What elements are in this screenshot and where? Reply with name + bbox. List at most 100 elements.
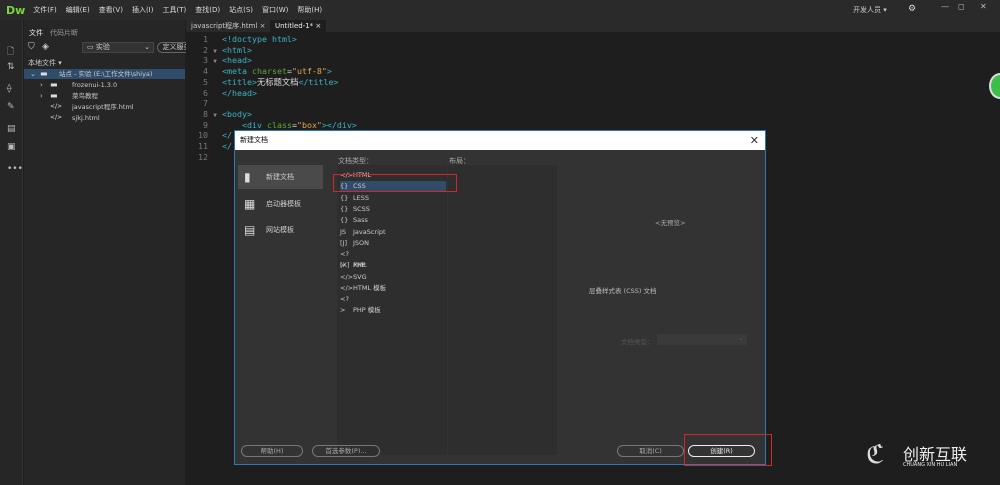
document-type-label: Sass <box>353 216 368 225</box>
tab-javascript-html[interactable]: javascript程序.html × <box>186 20 270 32</box>
menu-item[interactable]: 查找(D) <box>195 5 220 15</box>
minimize-button[interactable]: — <box>941 2 949 11</box>
files-panel: 文件 代码片断 ⛉ ◈ ▭ 实验 ⌄ 定义服务器 本地文件 ▾ ⌄ ▬ 站点 - 实验… <box>24 20 203 485</box>
preferences-button[interactable]: 首选参数(P)... <box>312 445 380 457</box>
file-tree-item[interactable]: </> javascript程序.html <box>24 102 185 112</box>
assets-icon[interactable]: ▣ <box>7 142 16 152</box>
document-type-item[interactable]: [X] XML <box>340 260 446 271</box>
code-line[interactable]: 10 </ <box>186 130 232 141</box>
tab-snippets[interactable]: 代码片断 <box>50 28 78 38</box>
menu-item[interactable]: 文件(F) <box>33 5 57 15</box>
nav-label: 新建文档 <box>266 173 294 181</box>
file-tree-label: frozenui-1.3.0 <box>72 81 118 89</box>
file-type-icon: {} <box>340 216 349 225</box>
workspace-switcher[interactable]: 开发人员 ▾ <box>853 5 887 15</box>
code-line[interactable]: 2 ▼ <html> <box>186 45 252 56</box>
file-tree-item[interactable]: › ▬ frozenui-1.3.0 <box>24 80 185 90</box>
close-icon[interactable]: ✕ <box>750 131 759 150</box>
file-type-icon: </> <box>340 284 354 292</box>
nav-site-templates[interactable]: ▤ 网站模板 <box>238 218 323 242</box>
menu-item[interactable]: 编辑(E) <box>66 5 90 15</box>
code-token: <title> <box>222 76 257 87</box>
document-type-item[interactable]: JS JavaScript <box>340 227 446 238</box>
code-file-icon: </> <box>50 114 63 121</box>
file-type-icon: </> <box>340 272 354 281</box>
doctype-label: 文档类型： <box>621 338 654 346</box>
tab-untitled[interactable]: Untitled-1* × <box>270 20 327 32</box>
snippet-icon[interactable]: ▤ <box>7 124 16 134</box>
menu-item[interactable]: 插入(I) <box>132 5 154 15</box>
document-type-label: JavaScript <box>353 227 386 236</box>
local-files-label: 本地文件 ▾ <box>28 59 62 67</box>
file-tree-label: javascript程序.html <box>72 103 134 111</box>
code-token: "utf-8" <box>291 66 327 77</box>
line-number: 9 <box>203 119 208 130</box>
document-type-item[interactable]: <?> PHP 模板 <box>340 294 446 314</box>
doctype-select[interactable]: ⌄ <box>657 334 747 345</box>
document-type-item[interactable]: [J] JSON <box>340 238 446 249</box>
menu-item[interactable]: 窗口(W) <box>262 5 288 15</box>
code-line[interactable]: 5 <title>无标题文档</title> <box>186 77 338 88</box>
file-tree-item[interactable]: ⌄ ▬ 站点 - 实验 (E:\工作文件\shiya) <box>24 69 185 79</box>
code-line[interactable]: 9 <div class="box"></div> <box>186 120 357 131</box>
document-type-item[interactable]: </>HTML 模板 <box>340 283 446 294</box>
file-tree-item[interactable]: › ▬ 菜鸟教程 <box>24 91 185 101</box>
document-type-item[interactable]: </>SVG <box>340 272 446 283</box>
new-file-icon[interactable]: 🗋 <box>7 44 14 60</box>
menu-item[interactable]: 工具(T) <box>162 5 186 15</box>
chevron-icon[interactable]: ⌄ <box>30 69 36 79</box>
nav-label: 网站模板 <box>266 226 294 234</box>
git-icon[interactable]: ◈ <box>42 42 49 52</box>
line-number: 12 <box>198 151 208 162</box>
code-line[interactable]: 1 <!doctype html> <box>186 34 297 45</box>
new-document-dialog: 新建文档 ✕ ▮ 新建文档 ▦ 启动器模板 ▤ 网站模板 文档类型： 布局： </>HT… <box>234 130 766 465</box>
highlight-create <box>684 434 772 466</box>
site-select[interactable]: ▭ 实验 ⌄ <box>82 42 154 53</box>
cancel-button[interactable]: 取消(C) <box>617 445 684 457</box>
document-type-label: SVG <box>353 272 367 281</box>
dom-icon[interactable]: ⟠ <box>7 84 11 94</box>
gear-icon[interactable]: ⚙ <box>908 4 916 14</box>
tool-strip: 🗋 ⇅ ⟠ ✎ ▤ ▣ ••• <box>0 20 23 485</box>
close-window-button[interactable]: ✕ <box>980 2 987 11</box>
menu-item[interactable]: 查看(V) <box>99 5 123 15</box>
file-tree-item[interactable]: </> sjkj.html <box>24 113 185 123</box>
maximize-button[interactable]: ◻ <box>958 2 965 11</box>
file-type-icon: {} <box>340 193 349 202</box>
help-button[interactable]: 帮助(H) <box>241 445 303 457</box>
menu-item[interactable]: 站点(S) <box>229 5 253 15</box>
code-file-icon: </> <box>50 103 63 110</box>
dialog-title: 新建文档 ✕ <box>235 131 765 150</box>
file-type-icon: JS <box>340 227 347 236</box>
nav-new-document[interactable]: ▮ 新建文档 <box>238 165 323 189</box>
document-type-item[interactable]: {} Sass <box>340 215 446 226</box>
chevron-icon[interactable]: › <box>40 91 43 101</box>
nav-starter-templates[interactable]: ▦ 启动器模板 <box>238 192 323 216</box>
document-type-item[interactable]: {} LESS <box>340 193 446 204</box>
brush-icon[interactable]: ✎ <box>7 102 15 112</box>
line-number: 8 <box>203 108 208 119</box>
code-token: <body> <box>222 108 252 119</box>
code-line[interactable]: 11 </ <box>186 141 232 152</box>
code-token: charset <box>251 66 287 77</box>
code-line[interactable]: 8 ▼ <body> <box>186 109 252 120</box>
menu-item[interactable]: 帮助(H) <box>297 5 322 15</box>
folder-icon: ▬ <box>40 69 48 78</box>
code-line[interactable]: 3 ▼ <head> <box>186 55 252 66</box>
chevron-icon[interactable]: › <box>40 80 43 90</box>
code-token: <head> <box>222 55 252 66</box>
document-type-item[interactable]: {} SCSS <box>340 204 446 215</box>
code-line[interactable]: 7 <box>186 98 222 109</box>
connect-icon[interactable]: ⛉ <box>28 42 35 52</box>
site-template-icon: ▤ <box>244 223 256 237</box>
tab-files[interactable]: 文件 <box>29 28 43 38</box>
code-line[interactable]: 12 <box>186 152 222 163</box>
code-line[interactable]: 4 <meta charset="utf-8"> <box>186 66 332 77</box>
folder-icon: ▬ <box>50 91 58 100</box>
transfer-icon[interactable]: ⇅ <box>7 62 15 72</box>
code-token: class <box>266 119 292 130</box>
code-line[interactable]: 6 </head> <box>186 88 257 99</box>
document-type-item[interactable]: <?> PHP <box>340 249 446 269</box>
document-icon: ▮ <box>244 170 251 184</box>
more-icon[interactable]: ••• <box>7 164 23 174</box>
